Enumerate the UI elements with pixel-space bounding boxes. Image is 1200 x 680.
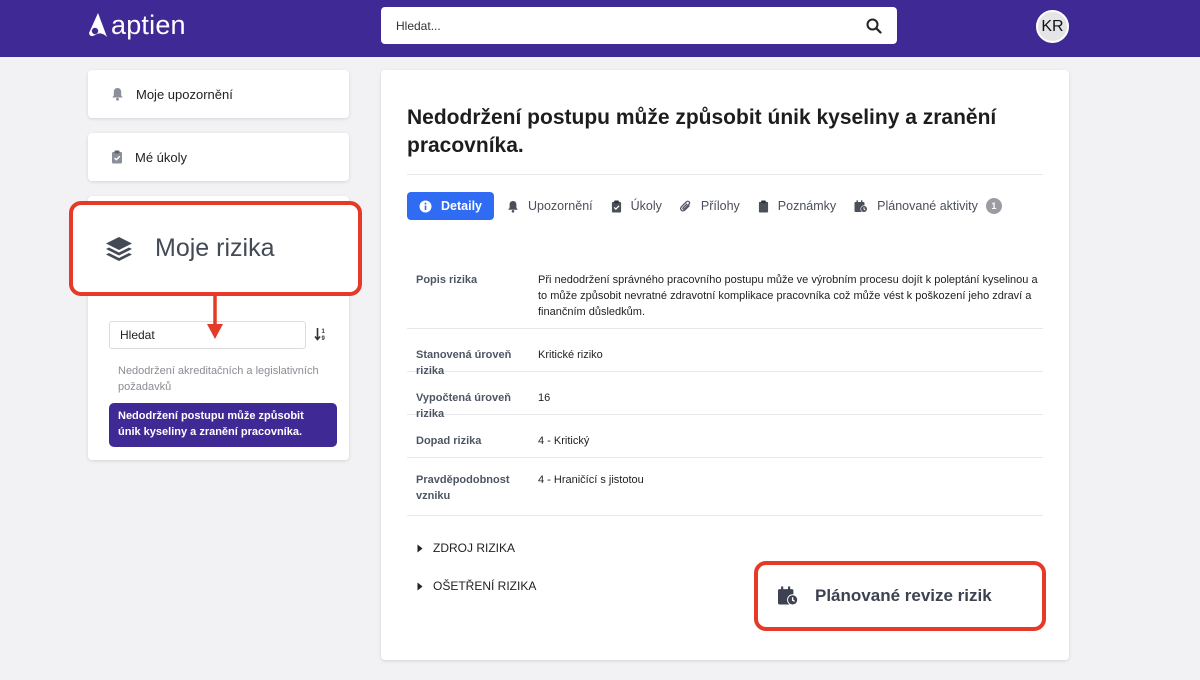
tab-label: Poznámky (777, 199, 837, 213)
clipboard-icon (758, 200, 768, 212)
calendar-clock-icon (778, 586, 799, 606)
detail-row: Pravděpodobnost vzniku 4 - Hraničící s j… (407, 458, 1043, 516)
tab-notes[interactable]: Poznámky (758, 192, 836, 220)
sidebar-item-label: Mé úkoly (135, 149, 188, 165)
sidebar-item-notifications[interactable]: Moje upozornění (88, 70, 349, 118)
tab-details[interactable]: Detaily (407, 192, 494, 220)
detail-value: 4 - Hraničící s jistotou (538, 474, 644, 486)
tab-notifications[interactable]: Upozornění (507, 192, 593, 220)
search-placeholder: Hledat... (396, 18, 441, 33)
svg-text:9: 9 (322, 336, 326, 341)
tab-label: Plánované aktivity (877, 199, 978, 213)
detail-row: Dopad rizika 4 - Kritický (407, 415, 1043, 458)
aptien-logo-icon (89, 13, 107, 37)
logo-text: aptien (111, 9, 186, 40)
tab-label: Úkoly (630, 199, 662, 213)
risk-details-table: Popis rizika Při nedodržení správného pr… (407, 262, 1043, 516)
layers-icon (106, 236, 132, 261)
callout-label: Moje rizika (155, 234, 275, 262)
paperclip-icon (680, 200, 691, 211)
detail-row: Vypočtená úroveň rizika 16 (407, 372, 1043, 420)
section-toggle-risk-treatment[interactable]: OŠETŘENÍ RIZIKA (417, 579, 536, 593)
detail-label: Dopad rizika (416, 435, 482, 447)
callout-planned-revisions[interactable]: Plánované revize rizik (754, 561, 1046, 631)
calendar-clock-icon (854, 199, 868, 213)
tab-label: Přílohy (700, 199, 740, 213)
bell-icon (508, 200, 518, 213)
detail-value: 16 (538, 392, 551, 404)
bell-icon (112, 88, 123, 101)
sort-icon[interactable]: 1 9 (314, 327, 328, 341)
callout-label: Plánované revize rizik (815, 586, 992, 605)
global-search-input[interactable]: Hledat... (381, 7, 897, 44)
caret-right-icon (417, 544, 423, 552)
top-navbar: aptien Hledat... KR (0, 0, 1200, 57)
detail-label: Stanovená úroveň rizika (416, 349, 512, 377)
detail-label: Pravděpodobnost vzniku (416, 474, 510, 502)
clipboard-check-icon (611, 200, 621, 212)
tab-planned-activities[interactable]: Plánované aktivity 1 (854, 192, 1002, 220)
tab-bar: Detaily Upozornění Úkoly Přílohy Poznámk… (407, 192, 1020, 220)
tab-label: Detaily (441, 199, 482, 213)
detail-row: Popis rizika Při nedodržení správného pr… (407, 262, 1043, 329)
detail-value: 4 - Kritický (538, 435, 590, 447)
detail-label: Vypočtená úroveň rizika (416, 392, 511, 420)
app-logo[interactable]: aptien (87, 9, 186, 41)
search-icon[interactable] (866, 18, 882, 34)
section-label: OŠETŘENÍ RIZIKA (433, 579, 537, 593)
info-icon (419, 200, 432, 212)
page-title: Nedodržení postupu může způsobit únik ky… (407, 106, 997, 157)
detail-row: Stanovená úroveň rizika Kritické riziko (407, 329, 1043, 377)
callout-my-risks[interactable]: Moje rizika (69, 201, 362, 296)
user-avatar[interactable]: KR (1036, 10, 1069, 43)
risk-list-item-active[interactable]: Nedodržení postupu může způsobit únik ky… (109, 403, 337, 447)
arrow-down-icon (207, 296, 223, 339)
detail-label: Popis rizika (416, 274, 478, 286)
divider (407, 174, 1043, 175)
tab-attachments[interactable]: Přílohy (680, 192, 740, 220)
caret-right-icon (417, 582, 423, 590)
clipboard-icon (112, 150, 122, 164)
detail-value: Při nedodržení správného pracovního post… (538, 274, 1038, 318)
risk-list-item[interactable]: Nedodržení akreditačních a legislativníc… (118, 363, 323, 395)
tab-label: Upozornění (528, 199, 593, 213)
detail-value: Kritické riziko (538, 349, 603, 361)
tab-tasks[interactable]: Úkoly (611, 192, 662, 220)
sidebar-item-label: Moje upozornění (136, 86, 233, 102)
sidebar-item-tasks[interactable]: Mé úkoly (88, 133, 349, 181)
section-toggle-risk-source[interactable]: ZDROJ RIZIKA (417, 541, 515, 555)
section-label: ZDROJ RIZIKA (433, 541, 516, 555)
count-badge: 1 (985, 198, 1002, 214)
svg-text:1: 1 (322, 329, 326, 335)
